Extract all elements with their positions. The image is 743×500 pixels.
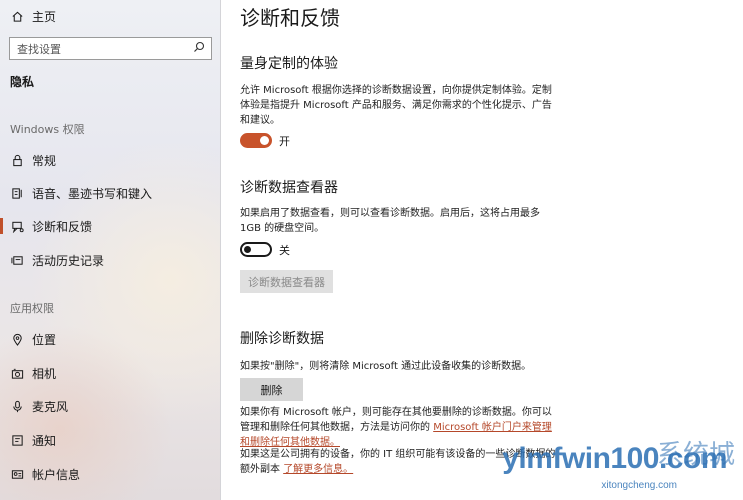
home-icon [10,9,24,23]
settings-search-box[interactable]: 查找设置 [9,37,212,60]
diagnostic-viewer-description: 如果启用了数据查看，则可以查看诊断数据。启用后，这将占用最多 1GB 的硬盘空间… [240,208,540,234]
sidebar-item-label: 麦克风 [32,399,69,414]
speech-inking-icon [10,186,24,200]
settings-main-pane: 诊断和反馈 量身定制的体验 允许 Microsoft 根据你选择的诊断数据设置，… [222,0,743,500]
microphone-icon [10,399,24,413]
page-title: 诊断和反馈 [240,6,340,30]
tailored-experiences-heading: 量身定制的体验 [240,56,338,72]
diagnostic-viewer-toggle[interactable] [240,242,272,257]
activity-history-icon [10,253,24,267]
sidebar-item-label: 语音、墨迹书写和键入 [32,186,153,201]
delete-button[interactable]: 删除 [240,378,303,401]
tailored-experiences-description: 允许 Microsoft 根据你选择的诊断数据设置，向你提供定制体验。定制体验是… [240,85,552,126]
settings-sidebar: 主页 查找设置 隐私 Windows 权限 常规 语音、墨迹书写和键入 诊断和反… [0,0,221,500]
sidebar-item-camera[interactable]: 相机 [0,360,220,386]
sidebar-item-label: 位置 [32,332,57,347]
tailored-experiences-toggle-state: 开 [279,135,290,148]
delete-diagnostic-description: 如果按"删除"，则将清除 Microsoft 通过此设备收集的诊断数据。 [240,361,532,372]
search-input[interactable]: 查找设置 [17,41,61,57]
sidebar-item-label: 帐户信息 [32,467,81,482]
watermark-main-text: ylmfwin100.com [502,442,727,475]
section-title-privacy: 隐私 [10,75,35,89]
lock-icon [10,153,24,167]
sidebar-item-location[interactable]: 位置 [0,326,220,352]
diagnostic-viewer-heading: 诊断数据查看器 [240,180,338,196]
search-icon[interactable] [193,41,205,56]
diagnostics-feedback-icon [10,219,24,233]
camera-icon [10,366,24,380]
site-watermark: 系统城 ylmfwin100.com xitongcheng.com [467,436,737,496]
sidebar-item-label: 活动历史记录 [32,253,105,268]
sidebar-item-microphone[interactable]: 麦克风 [0,393,220,419]
sidebar-item-account-info[interactable]: 帐户信息 [0,461,220,487]
diagnostic-data-viewer-button[interactable]: 诊断数据查看器 [240,270,333,293]
sidebar-item-label: 诊断和反馈 [32,219,93,234]
app-permissions-header: 应用权限 [10,302,54,315]
delete-diagnostic-heading: 删除诊断数据 [240,331,324,347]
sidebar-item-label: 相机 [32,366,57,381]
sidebar-item-diagnostics-feedback[interactable]: 诊断和反馈 [0,213,220,239]
sidebar-item-label: 常规 [32,153,57,168]
sidebar-item-activity-history[interactable]: 活动历史记录 [0,247,220,273]
nav-home-label: 主页 [32,9,57,24]
windows-permissions-header: Windows 权限 [10,123,85,136]
learn-more-link[interactable]: 了解更多信息。 [283,464,353,475]
sidebar-item-label: 通知 [32,433,57,448]
diagnostic-viewer-toggle-state: 关 [279,244,290,257]
location-icon [10,332,24,346]
sidebar-item-speech-inking[interactable]: 语音、墨迹书写和键入 [0,180,220,206]
sidebar-item-general[interactable]: 常规 [0,147,220,173]
sidebar-item-notifications[interactable]: 通知 [0,427,220,453]
account-info-icon [10,467,24,481]
watermark-subtext: xitongcheng.com [601,480,677,491]
nav-home[interactable]: 主页 [0,3,220,29]
tailored-experiences-toggle[interactable] [240,133,272,148]
notification-icon [10,433,24,447]
